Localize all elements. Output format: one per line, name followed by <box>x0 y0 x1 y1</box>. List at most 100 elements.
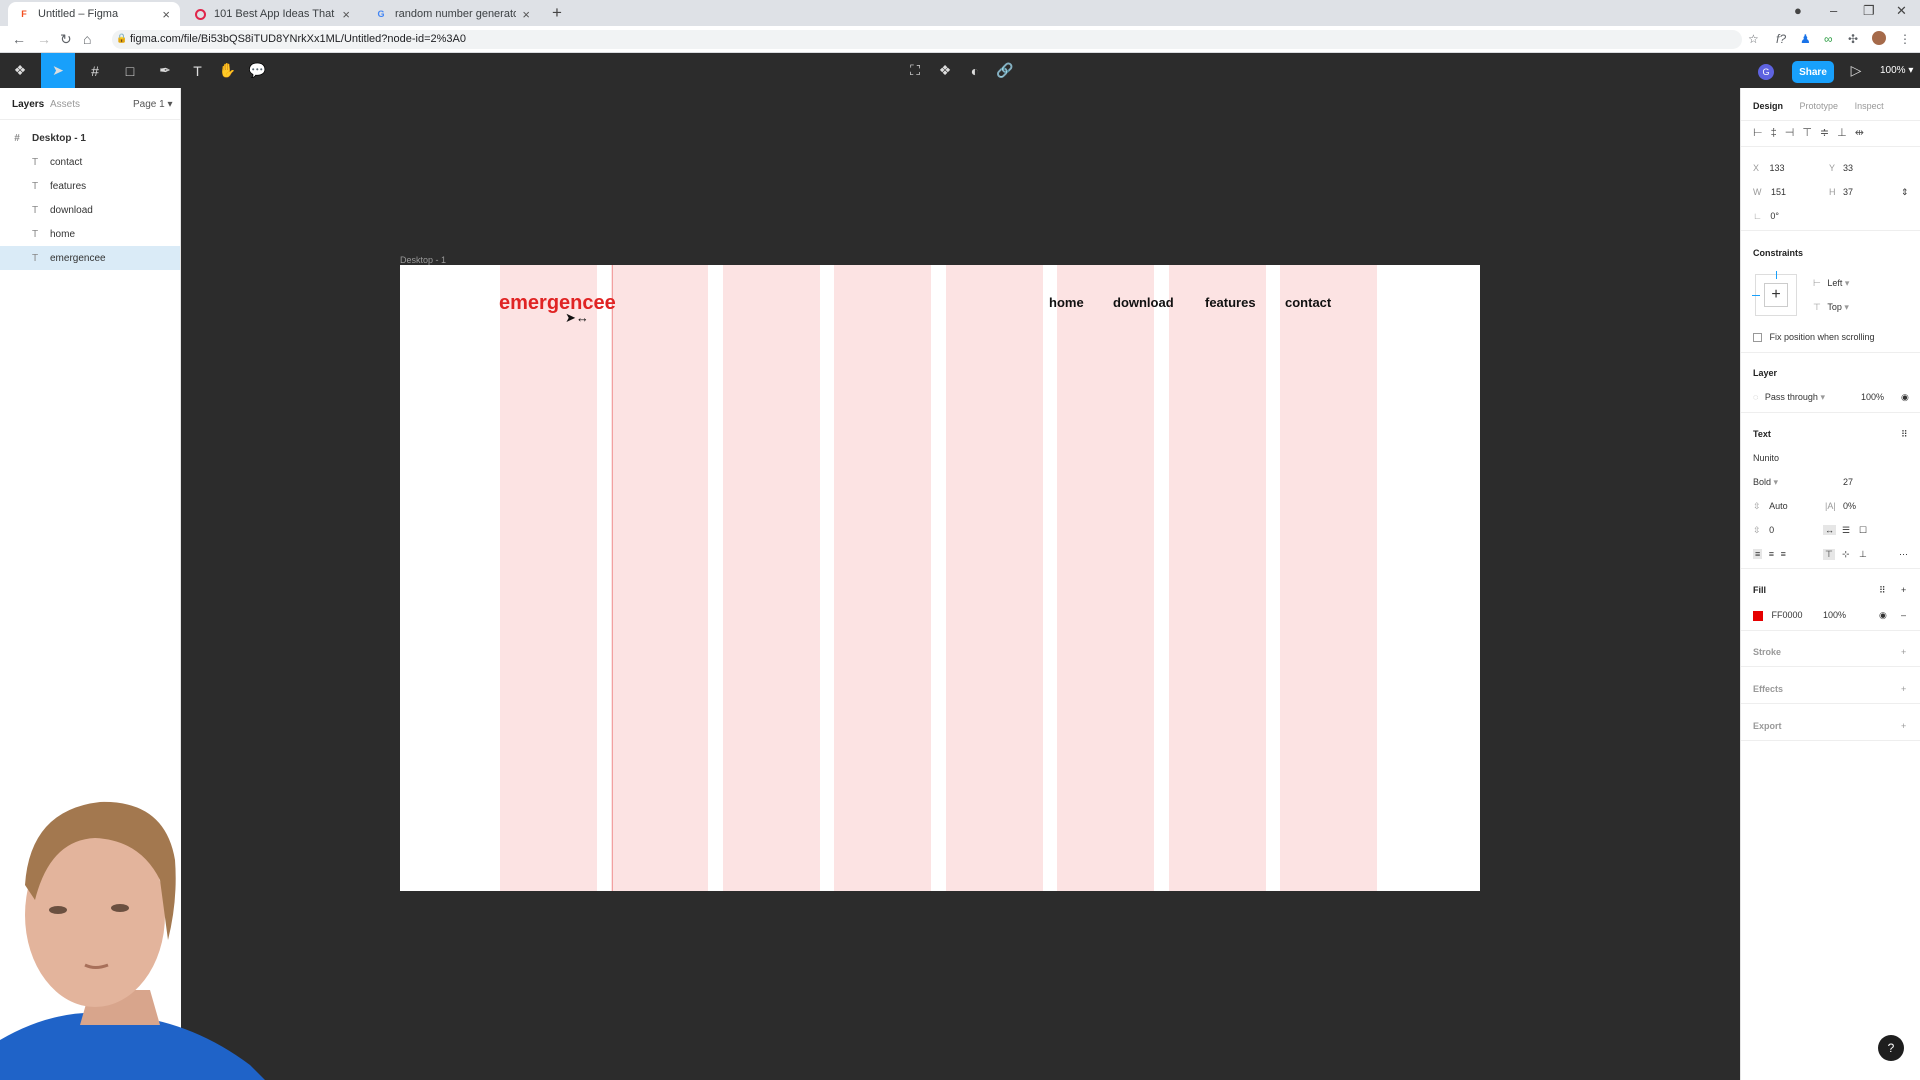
align-middle-icon[interactable]: ≑ <box>1820 127 1837 139</box>
share-button[interactable]: Share <box>1792 61 1834 83</box>
extension-glasses-icon[interactable]: ∞ <box>1824 32 1833 46</box>
auto-width-icon[interactable]: ↔ <box>1823 525 1836 535</box>
profile-icon[interactable]: ● <box>1794 3 1802 18</box>
text-align-right-icon[interactable]: ≡ <box>1781 549 1786 559</box>
tab-inspect[interactable]: Inspect <box>1855 101 1884 111</box>
alignment-tools[interactable]: ⊢‡⊣⊤≑⊥⇹ <box>1753 126 1910 139</box>
fixed-size-icon[interactable]: ☐ <box>1859 525 1867 536</box>
add-effect-icon[interactable]: + <box>1901 684 1906 694</box>
height-field[interactable]: 37 <box>1843 187 1853 197</box>
layer-features[interactable]: T features <box>0 174 180 198</box>
text-styles-icon[interactable]: ⠿ <box>1901 429 1908 440</box>
logo-text[interactable]: emergencee <box>499 292 616 315</box>
font-size-field[interactable]: 27 <box>1843 477 1853 487</box>
zoom-dropdown[interactable]: 100% ▾ <box>1880 65 1913 76</box>
minimize-icon[interactable]: – <box>1830 3 1837 18</box>
y-field[interactable]: 33 <box>1843 163 1853 173</box>
tab-layers[interactable]: Layers <box>12 99 44 110</box>
close-icon[interactable]: × <box>162 7 170 22</box>
layer-frame-desktop[interactable]: # Desktop - 1 <box>0 126 180 150</box>
help-button[interactable]: ? <box>1878 1035 1904 1061</box>
browser-tab-figma[interactable]: F Untitled – Figma × <box>8 2 180 26</box>
fix-position-checkbox[interactable]: Fix position when scrolling <box>1753 332 1910 343</box>
add-stroke-icon[interactable]: + <box>1901 647 1906 657</box>
window-close-icon[interactable]: ✕ <box>1896 3 1907 19</box>
present-play-icon[interactable]: ▷ <box>1845 53 1867 88</box>
extensions-puzzle-icon[interactable]: ✣ <box>1848 32 1858 46</box>
align-bottom-icon[interactable]: ⊥ <box>1837 127 1855 139</box>
add-fill-icon[interactable]: + <box>1901 585 1906 595</box>
align-center-icon[interactable]: ‡ <box>1771 127 1785 139</box>
letter-spacing-field[interactable]: 0% <box>1843 501 1856 511</box>
home-icon[interactable]: ⌂ <box>83 31 91 47</box>
nav-home[interactable]: home <box>1049 295 1084 310</box>
frame-tool-icon[interactable]: # <box>80 53 110 88</box>
desktop-frame[interactable]: emergencee home download features contac… <box>400 265 1480 891</box>
fill-hex-field[interactable]: FF0000 <box>1772 610 1803 620</box>
extension-fx-icon[interactable]: f? <box>1776 32 1786 46</box>
auto-height-icon[interactable]: ☰ <box>1842 525 1850 536</box>
user-avatar[interactable]: G <box>1758 64 1774 80</box>
constrain-proportions-icon[interactable]: ⇕ <box>1901 187 1909 198</box>
blend-mode-select[interactable]: Pass through ▾ <box>1765 392 1825 402</box>
browser-tab-app-ideas[interactable]: 101 Best App Ideas That Could C × <box>185 2 360 26</box>
move-tool-icon[interactable]: ➤ <box>41 53 75 88</box>
fill-color-swatch[interactable] <box>1753 610 1763 621</box>
page-dropdown[interactable]: Page 1 ▾ <box>133 99 173 110</box>
browser-tab-random-number[interactable]: G random number generator - Go × <box>365 2 540 26</box>
nav-contact[interactable]: contact <box>1285 295 1331 310</box>
tab-assets[interactable]: Assets <box>50 99 80 110</box>
paragraph-spacing-field[interactable]: 0 <box>1769 525 1774 535</box>
font-family-select[interactable]: Nunito <box>1753 453 1910 463</box>
constraints-widget[interactable]: + <box>1752 271 1797 316</box>
component-icon[interactable]: ❖ <box>933 53 957 88</box>
align-bottom-text-icon[interactable]: ⊥ <box>1859 549 1867 560</box>
crop-icon[interactable]: ⛶ <box>903 53 927 88</box>
layer-opacity-field[interactable]: 100% <box>1861 392 1884 402</box>
x-field[interactable]: 133 <box>1770 163 1785 173</box>
remove-fill-icon[interactable]: – <box>1901 610 1906 620</box>
figma-menu-icon[interactable]: ❖ <box>6 53 34 88</box>
fill-opacity-field[interactable]: 100% <box>1823 610 1846 620</box>
url-field[interactable]: 🔒 figma.com/file/Bi53bQS8iTUD8YNrkXx1ML/… <box>112 30 1742 49</box>
forward-icon[interactable]: → <box>37 31 51 47</box>
text-tool-icon[interactable]: T <box>185 53 210 88</box>
pen-tool-icon[interactable]: ✒ <box>150 53 180 88</box>
close-icon[interactable]: × <box>342 7 350 22</box>
layer-emergencee[interactable]: T emergencee <box>0 246 180 270</box>
reload-icon[interactable]: ↻ <box>60 31 72 48</box>
frame-label[interactable]: Desktop - 1 <box>400 255 446 265</box>
back-icon[interactable]: ← <box>12 31 26 47</box>
font-weight-select[interactable]: Bold ▾ <box>1753 477 1778 487</box>
align-top-icon[interactable]: ⊤ <box>1802 127 1820 139</box>
nav-features[interactable]: features <box>1205 295 1256 310</box>
align-left-icon[interactable]: ⊢ <box>1753 127 1771 139</box>
extension-person-icon[interactable]: ♟ <box>1800 32 1811 46</box>
fill-visibility-eye-icon[interactable]: ◉ <box>1879 610 1887 621</box>
bookmark-star-icon[interactable]: ☆ <box>1748 32 1759 46</box>
layer-contact[interactable]: T contact <box>0 150 180 174</box>
fill-styles-icon[interactable]: ⠿ <box>1879 585 1886 596</box>
profile-avatar[interactable] <box>1872 31 1886 45</box>
tab-prototype[interactable]: Prototype <box>1800 101 1839 111</box>
rotation-field[interactable]: 0° <box>1770 211 1779 221</box>
chrome-menu-icon[interactable]: ⋮ <box>1899 32 1911 46</box>
hand-tool-icon[interactable]: ✋ <box>215 53 240 88</box>
layer-home[interactable]: T home <box>0 222 180 246</box>
link-icon[interactable]: 🔗 <box>993 53 1017 88</box>
more-options-icon[interactable]: ⋯ <box>1899 549 1908 560</box>
restore-icon[interactable]: ❐ <box>1863 3 1875 19</box>
new-tab-icon[interactable]: + <box>552 3 562 23</box>
comment-tool-icon[interactable]: 💬 <box>245 53 270 88</box>
layer-download[interactable]: T download <box>0 198 180 222</box>
shape-tool-icon[interactable]: □ <box>115 53 145 88</box>
horizontal-constraint-select[interactable]: Left ▾ <box>1827 278 1849 288</box>
checkbox-icon[interactable] <box>1753 333 1762 343</box>
align-middle-text-icon[interactable]: ⊹ <box>1842 549 1850 560</box>
align-right-icon[interactable]: ⊣ <box>1785 127 1803 139</box>
nav-download[interactable]: download <box>1113 295 1174 310</box>
eye-icon[interactable]: ◉ <box>1901 392 1909 403</box>
align-top-text-icon[interactable]: ⊤ <box>1823 549 1835 560</box>
line-height-field[interactable]: Auto <box>1769 501 1788 511</box>
text-align-center-icon[interactable]: ≡ <box>1769 549 1774 559</box>
